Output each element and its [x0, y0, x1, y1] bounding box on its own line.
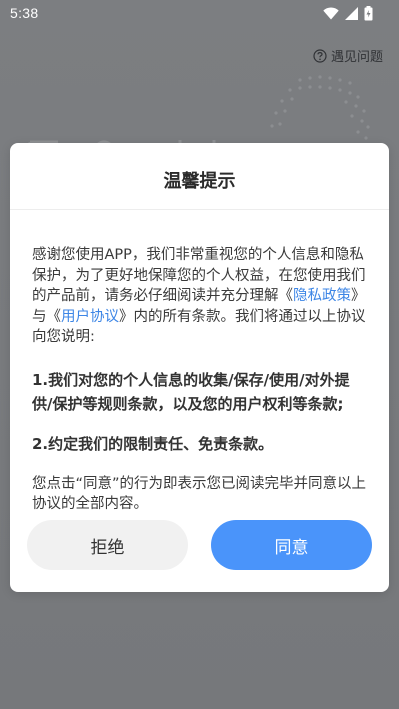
signal-icon [345, 7, 358, 20]
reject-button[interactable]: 拒绝 [27, 520, 188, 570]
help-link-label: 遇见问题 [330, 50, 383, 65]
dialog-body: 感谢您使用APP，我们非常重视您的个人信息和隐私保护，为了更好地保障您的个人权益… [32, 245, 368, 515]
status-bar: 5:38 [0, 0, 399, 28]
agree-button[interactable]: 同意 [211, 520, 372, 570]
wifi-icon [323, 7, 339, 20]
app-screen: 5:38 遇见问题 温馨提示 感谢您使用APP，我们非常重视您的个人信息和隐私保… [0, 0, 399, 709]
closing-paragraph: 您点击“同意”的行为即表示您已阅读完毕并同意以上协议的全部内容。 [32, 475, 367, 513]
status-time: 5:38 [10, 5, 39, 21]
question-circle-icon [313, 48, 327, 63]
privacy-dialog: 温馨提示 感谢您使用APP，我们非常重视您的个人信息和隐私保护，为了更好地保障您… [10, 143, 389, 592]
intro-paragraph: 感谢您使用APP，我们非常重视您的个人信息和隐私保护，为了更好地保障您的个人权益… [32, 245, 368, 348]
status-icons [323, 6, 373, 21]
user-agreement-link[interactable]: 用户协议 [61, 309, 119, 325]
dialog-divider [10, 209, 389, 210]
point-2: 2.约定我们的限制责任、免责条款。 [32, 434, 274, 453]
point-1: 1.我们对您的个人信息的收集/保存/使用/对外提供/保护等规则条款，以及您的用户… [32, 370, 350, 413]
dialog-title: 温馨提示 [163, 171, 236, 192]
help-link[interactable]: 遇见问题 [313, 46, 383, 65]
privacy-policy-link[interactable]: 隐私政策 [293, 288, 351, 304]
battery-icon [364, 6, 373, 21]
